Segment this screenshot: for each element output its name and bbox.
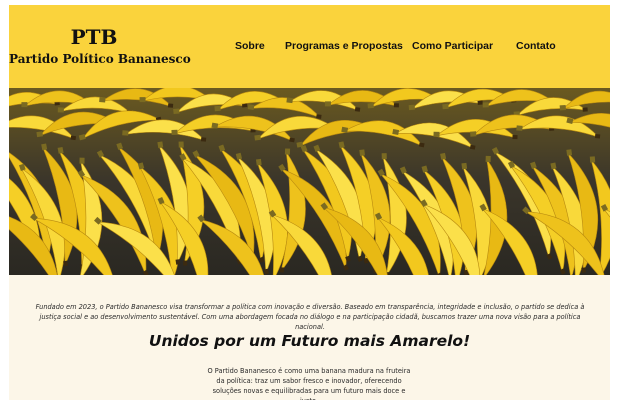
logo-party-name[interactable]: Partido Político Bananesco: [9, 52, 191, 66]
tagline-paragraph: O Partido Bananesco é como uma banana ma…: [207, 366, 411, 400]
page-frame: PTB Partido Político Bananesco Sobre Pro…: [9, 5, 610, 400]
headline: Unidos por um Futuro mais Amarelo!: [148, 332, 471, 350]
nav-link-sobre[interactable]: Sobre: [235, 40, 265, 52]
nav-link-programas[interactable]: Programas e Propostas: [285, 40, 403, 52]
logo-abbreviation[interactable]: PTB: [9, 25, 179, 49]
intro-paragraph: Fundado em 2023, o Partido Bananesco vis…: [35, 302, 585, 331]
site-header: PTB Partido Político Bananesco Sobre Pro…: [9, 5, 610, 88]
content-section: Fundado em 2023, o Partido Bananesco vis…: [9, 275, 610, 400]
nav-link-contato[interactable]: Contato: [516, 40, 556, 52]
hero-banana-image: [9, 88, 610, 275]
bananas-illustration: [9, 88, 610, 275]
nav-link-como-participar[interactable]: Como Participar: [412, 40, 493, 52]
